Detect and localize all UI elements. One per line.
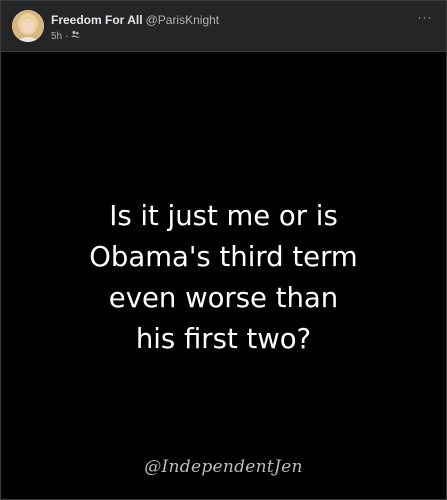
more-options-button[interactable]: ··· xyxy=(412,7,438,27)
friends-icon xyxy=(71,30,81,42)
meme-text-line: his first two? xyxy=(135,323,312,355)
post-card: Freedom For All @ParisKnight 5h · ··· Is … xyxy=(0,0,447,500)
meme-text: Is it just me or is Obama's third term e… xyxy=(1,196,446,360)
more-options-icon: ··· xyxy=(417,10,433,24)
page-name[interactable]: Freedom For All @ParisKnight xyxy=(51,13,219,27)
post-time[interactable]: 5h xyxy=(51,31,62,42)
avatar[interactable] xyxy=(12,10,44,42)
avatar-image xyxy=(12,10,44,42)
post-meta: 5h · xyxy=(51,30,81,42)
meta-separator: · xyxy=(65,30,69,42)
page-name-text[interactable]: Freedom For All xyxy=(51,13,143,27)
post-image[interactable]: Is it just me or is Obama's third term e… xyxy=(1,52,446,499)
meme-text-line: Obama's third term xyxy=(89,241,358,273)
meme-text-line: even worse than xyxy=(108,282,339,314)
meme-text-line: Is it just me or is xyxy=(109,200,338,232)
post-header: Freedom For All @ParisKnight 5h · ··· xyxy=(1,1,446,52)
user-handle[interactable]: @ParisKnight xyxy=(146,13,220,27)
watermark: @IndependentJen xyxy=(144,457,303,477)
